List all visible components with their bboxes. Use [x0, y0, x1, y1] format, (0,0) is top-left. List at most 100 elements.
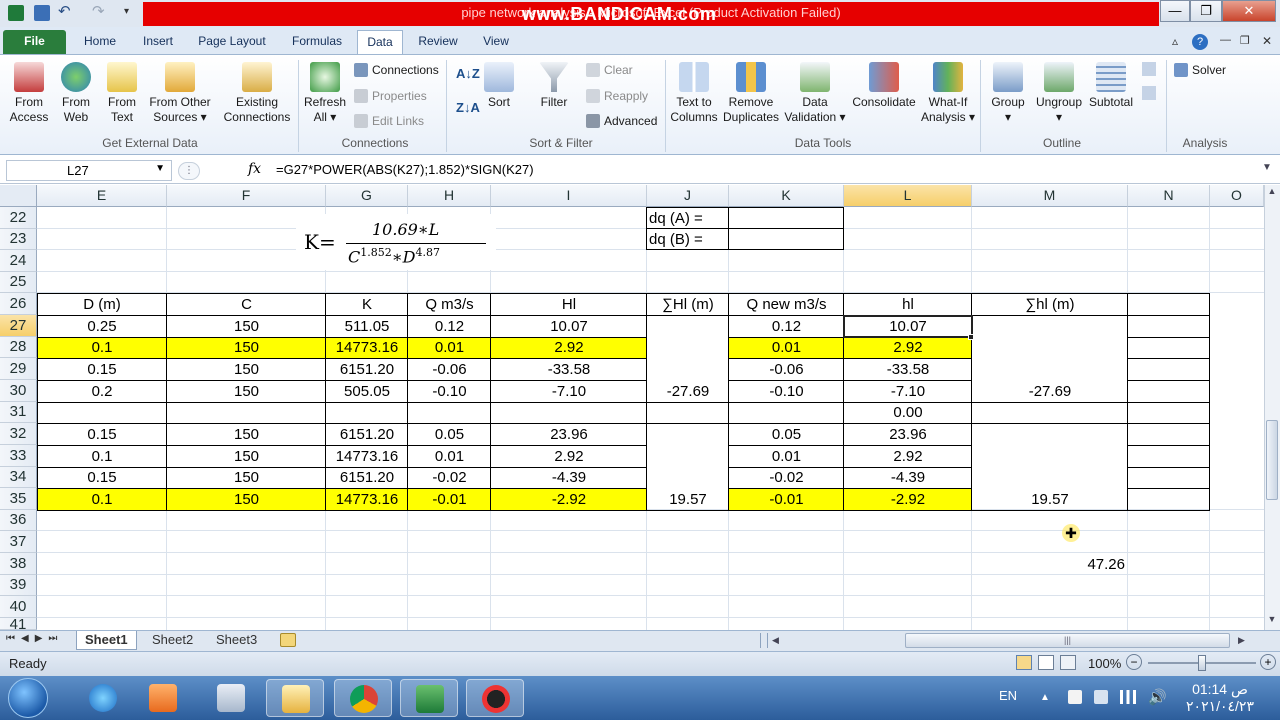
- column-header-e[interactable]: E: [37, 185, 167, 207]
- header-q-new[interactable]: Q new m3/s: [729, 294, 844, 315]
- column-header-k[interactable]: K: [729, 185, 844, 207]
- cell-q-new[interactable]: -0.02: [729, 467, 844, 488]
- cell-hl[interactable]: -2.92: [491, 489, 647, 510]
- zoom-slider-thumb[interactable]: [1198, 655, 1206, 671]
- cell-d[interactable]: 0.25: [37, 316, 167, 337]
- sheet-tab-sheet1[interactable]: Sheet1: [76, 631, 137, 650]
- taskbar-media-player[interactable]: [134, 679, 192, 717]
- minimize-button[interactable]: —: [1160, 0, 1190, 22]
- cell-q[interactable]: -0.02: [408, 467, 491, 488]
- consolidate-button[interactable]: Consolidate: [850, 62, 918, 110]
- input-language[interactable]: EN: [999, 688, 1017, 703]
- save-icon[interactable]: [34, 5, 50, 21]
- system-clock[interactable]: 01:14 ص ٢٠٢١/٠٤/٢٣: [1180, 681, 1260, 715]
- cell-c[interactable]: 150: [167, 446, 326, 467]
- filter-button[interactable]: Filter: [534, 62, 574, 110]
- taskbar-internet-explorer[interactable]: [74, 679, 132, 717]
- existing-connections-button[interactable]: Existing Connections: [220, 62, 294, 125]
- header-d[interactable]: D (m): [37, 294, 167, 315]
- cell-q[interactable]: -0.10: [408, 381, 491, 402]
- page-layout-view-icon[interactable]: [1038, 655, 1054, 670]
- row-header[interactable]: 29: [0, 358, 37, 380]
- maximize-button[interactable]: ❐: [1190, 0, 1222, 22]
- header-q[interactable]: Q m3/s: [408, 294, 491, 315]
- row-header[interactable]: 34: [0, 467, 37, 488]
- insert-sheet-icon[interactable]: [280, 633, 296, 647]
- header-sum-hl[interactable]: ∑Hl (m): [647, 294, 729, 315]
- header-k[interactable]: K: [326, 294, 408, 315]
- row-header[interactable]: 31: [0, 402, 37, 423]
- redo-icon[interactable]: ↷: [92, 4, 114, 21]
- insert-function-icon[interactable]: fx: [248, 161, 261, 177]
- group-button[interactable]: Group ▾: [986, 62, 1030, 125]
- cell-hl[interactable]: -33.58: [491, 359, 647, 380]
- cell-hl[interactable]: 2.92: [491, 337, 647, 358]
- row-header[interactable]: 22: [0, 207, 37, 229]
- fill-handle[interactable]: [968, 334, 974, 340]
- refresh-all-button[interactable]: Refresh All ▾: [302, 62, 348, 125]
- cell-q-new[interactable]: -0.10: [729, 381, 844, 402]
- cell-d[interactable]: 0.1: [37, 337, 167, 358]
- cell-q[interactable]: -0.06: [408, 359, 491, 380]
- ungroup-button[interactable]: Ungroup ▾: [1032, 62, 1086, 125]
- tab-home[interactable]: Home: [78, 30, 122, 54]
- column-header-m[interactable]: M: [972, 185, 1128, 207]
- cell-hl-new[interactable]: -2.92: [844, 489, 972, 510]
- data-validation-button[interactable]: Data Validation ▾: [782, 62, 848, 125]
- taskbar-excel[interactable]: [400, 679, 458, 717]
- clear-filter-button[interactable]: Clear: [586, 63, 633, 77]
- row-header[interactable]: 28: [0, 337, 37, 358]
- row-header[interactable]: 41: [0, 618, 37, 630]
- header-c[interactable]: C: [167, 294, 326, 315]
- from-access-button[interactable]: From Access: [6, 62, 52, 125]
- edit-links-button[interactable]: Edit Links: [354, 114, 424, 128]
- network-icon[interactable]: [1120, 690, 1136, 704]
- cell-q-new[interactable]: -0.06: [729, 359, 844, 380]
- sum-hl-loop-2[interactable]: 19.57: [647, 489, 729, 510]
- sum-hl-new-loop-1[interactable]: -27.69: [972, 381, 1128, 402]
- name-box[interactable]: L27 ▼: [6, 160, 172, 181]
- cell-k[interactable]: 6151.20: [326, 424, 408, 445]
- sort-z-a-icon[interactable]: Z↓A: [456, 100, 480, 115]
- header-hl-new[interactable]: hl: [844, 294, 972, 315]
- cell-hl[interactable]: 23.96: [491, 424, 647, 445]
- expand-formula-bar-icon[interactable]: ▼: [1262, 162, 1272, 173]
- cell-k[interactable]: 14773.16: [326, 337, 408, 358]
- cell-q-new[interactable]: 0.05: [729, 424, 844, 445]
- header-sum-hl-new[interactable]: ∑hl (m): [972, 294, 1128, 315]
- cell-k[interactable]: 505.05: [326, 381, 408, 402]
- advanced-filter-button[interactable]: Advanced: [586, 114, 657, 128]
- cell-hl-new[interactable]: 0.00: [844, 402, 972, 423]
- cell-hl[interactable]: -7.10: [491, 381, 647, 402]
- cell-k[interactable]: 6151.20: [326, 359, 408, 380]
- scroll-right-icon[interactable]: ▶: [1238, 633, 1248, 648]
- cell-q-new[interactable]: -0.01: [729, 489, 844, 510]
- cell-q[interactable]: 0.01: [408, 337, 491, 358]
- scroll-left-icon[interactable]: ◀: [772, 633, 782, 648]
- normal-view-icon[interactable]: [1016, 655, 1032, 670]
- action-center-icon[interactable]: [1068, 690, 1082, 704]
- cell-k[interactable]: 14773.16: [326, 446, 408, 467]
- vertical-scrollbar[interactable]: [1264, 185, 1280, 630]
- show-hidden-icons[interactable]: ▲: [1040, 692, 1050, 703]
- formula-input[interactable]: =G27*POWER(ABS(K27);1.852)*SIGN(K27): [276, 162, 534, 177]
- sheet-tab-sheet3[interactable]: Sheet3: [208, 631, 265, 650]
- cell-q-new[interactable]: 0.12: [729, 316, 844, 337]
- dq-a-label[interactable]: dq (A) =: [649, 208, 703, 229]
- column-header-h[interactable]: H: [408, 185, 491, 207]
- cell-c[interactable]: 150: [167, 359, 326, 380]
- workbook-minimize-icon[interactable]: —: [1220, 34, 1236, 50]
- cell-hl-new[interactable]: 2.92: [844, 337, 972, 358]
- tab-split-handle[interactable]: [760, 633, 768, 648]
- tab-file[interactable]: File: [3, 30, 66, 54]
- row-header[interactable]: 23: [0, 229, 37, 250]
- cell-c[interactable]: 150: [167, 489, 326, 510]
- sheet-nav-icons[interactable]: ⏮◀▶⏭: [6, 633, 63, 644]
- workbook-restore-icon[interactable]: ❐: [1240, 34, 1256, 50]
- active-cell-selection[interactable]: [843, 315, 973, 338]
- row-header[interactable]: 40: [0, 596, 37, 618]
- cell-hl-new[interactable]: 2.92: [844, 446, 972, 467]
- sum-hl-new-loop-2[interactable]: 19.57: [972, 489, 1128, 510]
- cell-q[interactable]: -0.01: [408, 489, 491, 510]
- taskbar-snipping-tool[interactable]: [202, 679, 260, 717]
